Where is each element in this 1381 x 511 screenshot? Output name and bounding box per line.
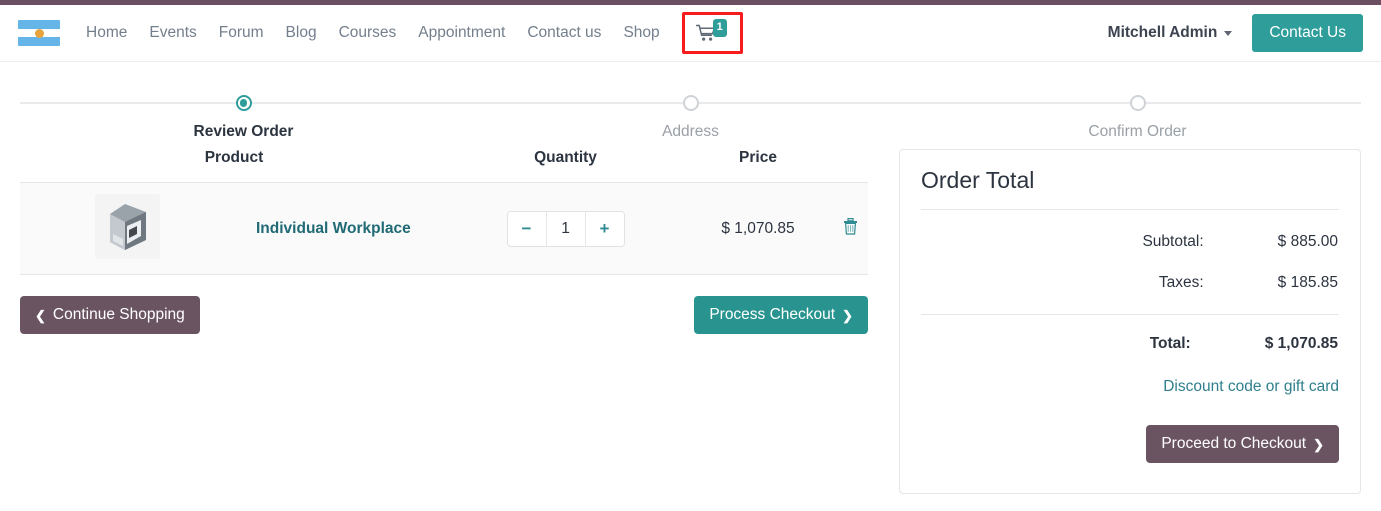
proceed-checkout-wrap: Proceed to Checkout ❯ — [921, 425, 1339, 463]
workplace-product-image[interactable] — [94, 193, 160, 259]
subtotal-value: $ 885.00 — [1277, 233, 1338, 250]
checkout-stepper: Review Order Address Confirm Order — [20, 93, 1361, 145]
proceed-to-checkout-button[interactable]: Proceed to Checkout ❯ — [1146, 425, 1339, 463]
nav-item-contact-us[interactable]: Contact us — [527, 24, 601, 42]
column-header-quantity: Quantity — [448, 149, 683, 183]
stepper-step-confirm-order[interactable]: Confirm Order — [914, 93, 1361, 141]
process-checkout-label: Process Checkout — [709, 306, 836, 323]
total-label: Total: — [1149, 335, 1191, 352]
cart-column: Product Quantity Price Individual Workpl… — [20, 149, 868, 334]
flag-band-bottom — [18, 37, 60, 46]
nav-item-appointment[interactable]: Appointment — [418, 24, 505, 42]
quantity-decrease-button[interactable]: − — [507, 211, 546, 246]
taxes-row: Taxes: $ 185.85 — [921, 274, 1339, 292]
column-header-price: Price — [683, 149, 833, 183]
order-total-divider-top — [921, 209, 1339, 210]
step-label: Confirm Order — [1088, 123, 1187, 140]
contact-us-button[interactable]: Contact Us — [1252, 14, 1363, 52]
step-label: Review Order — [193, 123, 294, 140]
order-total-divider-bottom — [921, 314, 1339, 315]
step-dot-icon — [682, 95, 699, 111]
order-total-card: Order Total Subtotal: $ 885.00 Taxes: $ … — [899, 149, 1361, 494]
nav-item-shop[interactable]: Shop — [623, 24, 659, 42]
chevron-right-icon: ❯ — [842, 307, 853, 323]
nav-item-forum[interactable]: Forum — [219, 24, 264, 42]
nav-item-home[interactable]: Home — [86, 24, 127, 42]
cart-badge-count: 1 — [712, 18, 727, 37]
taxes-label: Taxes: — [1158, 274, 1204, 291]
continue-shopping-button[interactable]: ❮ Continue Shopping — [20, 296, 200, 334]
cell-product-thumbnail — [20, 182, 234, 275]
cell-product-name: Individual Workplace — [234, 182, 448, 275]
cart-button-highlight[interactable]: 1 — [681, 12, 743, 54]
site-header: Home Events Forum Blog Courses Appointme… — [0, 5, 1381, 62]
product-name-link[interactable]: Individual Workplace — [256, 220, 411, 237]
table-header-row: Product Quantity Price — [20, 149, 868, 183]
process-checkout-button[interactable]: Process Checkout ❯ — [694, 296, 868, 334]
quantity-input[interactable] — [545, 211, 586, 246]
column-header-actions — [833, 149, 868, 183]
main-navigation: Home Events Forum Blog Courses Appointme… — [86, 24, 660, 42]
stepper-step-review-order[interactable]: Review Order — [20, 93, 467, 141]
header-right-group: Mitchell Admin Contact Us — [1108, 14, 1363, 52]
nav-item-courses[interactable]: Courses — [339, 24, 397, 42]
stepper-step-address[interactable]: Address — [467, 93, 914, 141]
subtotal-label: Subtotal: — [1142, 233, 1204, 250]
quantity-increase-button[interactable]: + — [585, 211, 624, 246]
user-name-label: Mitchell Admin — [1107, 24, 1218, 41]
grand-total-row: Total: $ 1,070.85 — [921, 335, 1339, 353]
table-row: Individual Workplace − + $ 1,070.85 — [20, 182, 868, 275]
delete-line-button[interactable] — [843, 217, 858, 238]
discount-code-link[interactable]: Discount code or gift card — [921, 378, 1339, 396]
quantity-stepper: − + — [506, 210, 625, 247]
user-menu[interactable]: Mitchell Admin — [1108, 24, 1233, 42]
cell-delete — [833, 182, 868, 275]
page-main: Product Quantity Price Individual Workpl… — [0, 149, 1381, 494]
flag-sun-icon — [34, 28, 44, 38]
order-total-column: Order Total Subtotal: $ 885.00 Taxes: $ … — [899, 149, 1361, 494]
proceed-to-checkout-label: Proceed to Checkout — [1161, 435, 1307, 452]
step-dot-active-icon — [235, 95, 252, 111]
cell-quantity: − + — [448, 182, 683, 275]
cart-action-buttons: ❮ Continue Shopping Process Checkout ❯ — [20, 296, 868, 334]
step-dot-icon — [1129, 95, 1146, 111]
cart-button[interactable]: 1 — [695, 18, 727, 42]
continue-shopping-label: Continue Shopping — [52, 306, 185, 323]
flag-band-top — [18, 20, 60, 29]
subtotal-row: Subtotal: $ 885.00 — [921, 233, 1339, 251]
step-label: Address — [662, 123, 719, 140]
trash-icon — [843, 217, 858, 238]
column-header-product: Product — [20, 149, 448, 183]
chevron-right-icon: ❯ — [1313, 436, 1324, 452]
cell-price: $ 1,070.85 — [683, 182, 833, 275]
chevron-down-icon — [1224, 30, 1233, 36]
nav-item-events[interactable]: Events — [149, 24, 196, 42]
taxes-value: $ 185.85 — [1277, 274, 1338, 291]
chevron-left-icon: ❮ — [35, 307, 46, 323]
nav-item-blog[interactable]: Blog — [286, 24, 317, 42]
total-value: $ 1,070.85 — [1264, 335, 1338, 352]
cart-table: Product Quantity Price Individual Workpl… — [20, 149, 868, 275]
order-total-title: Order Total — [921, 167, 1035, 193]
argentina-flag-logo[interactable] — [18, 20, 60, 46]
